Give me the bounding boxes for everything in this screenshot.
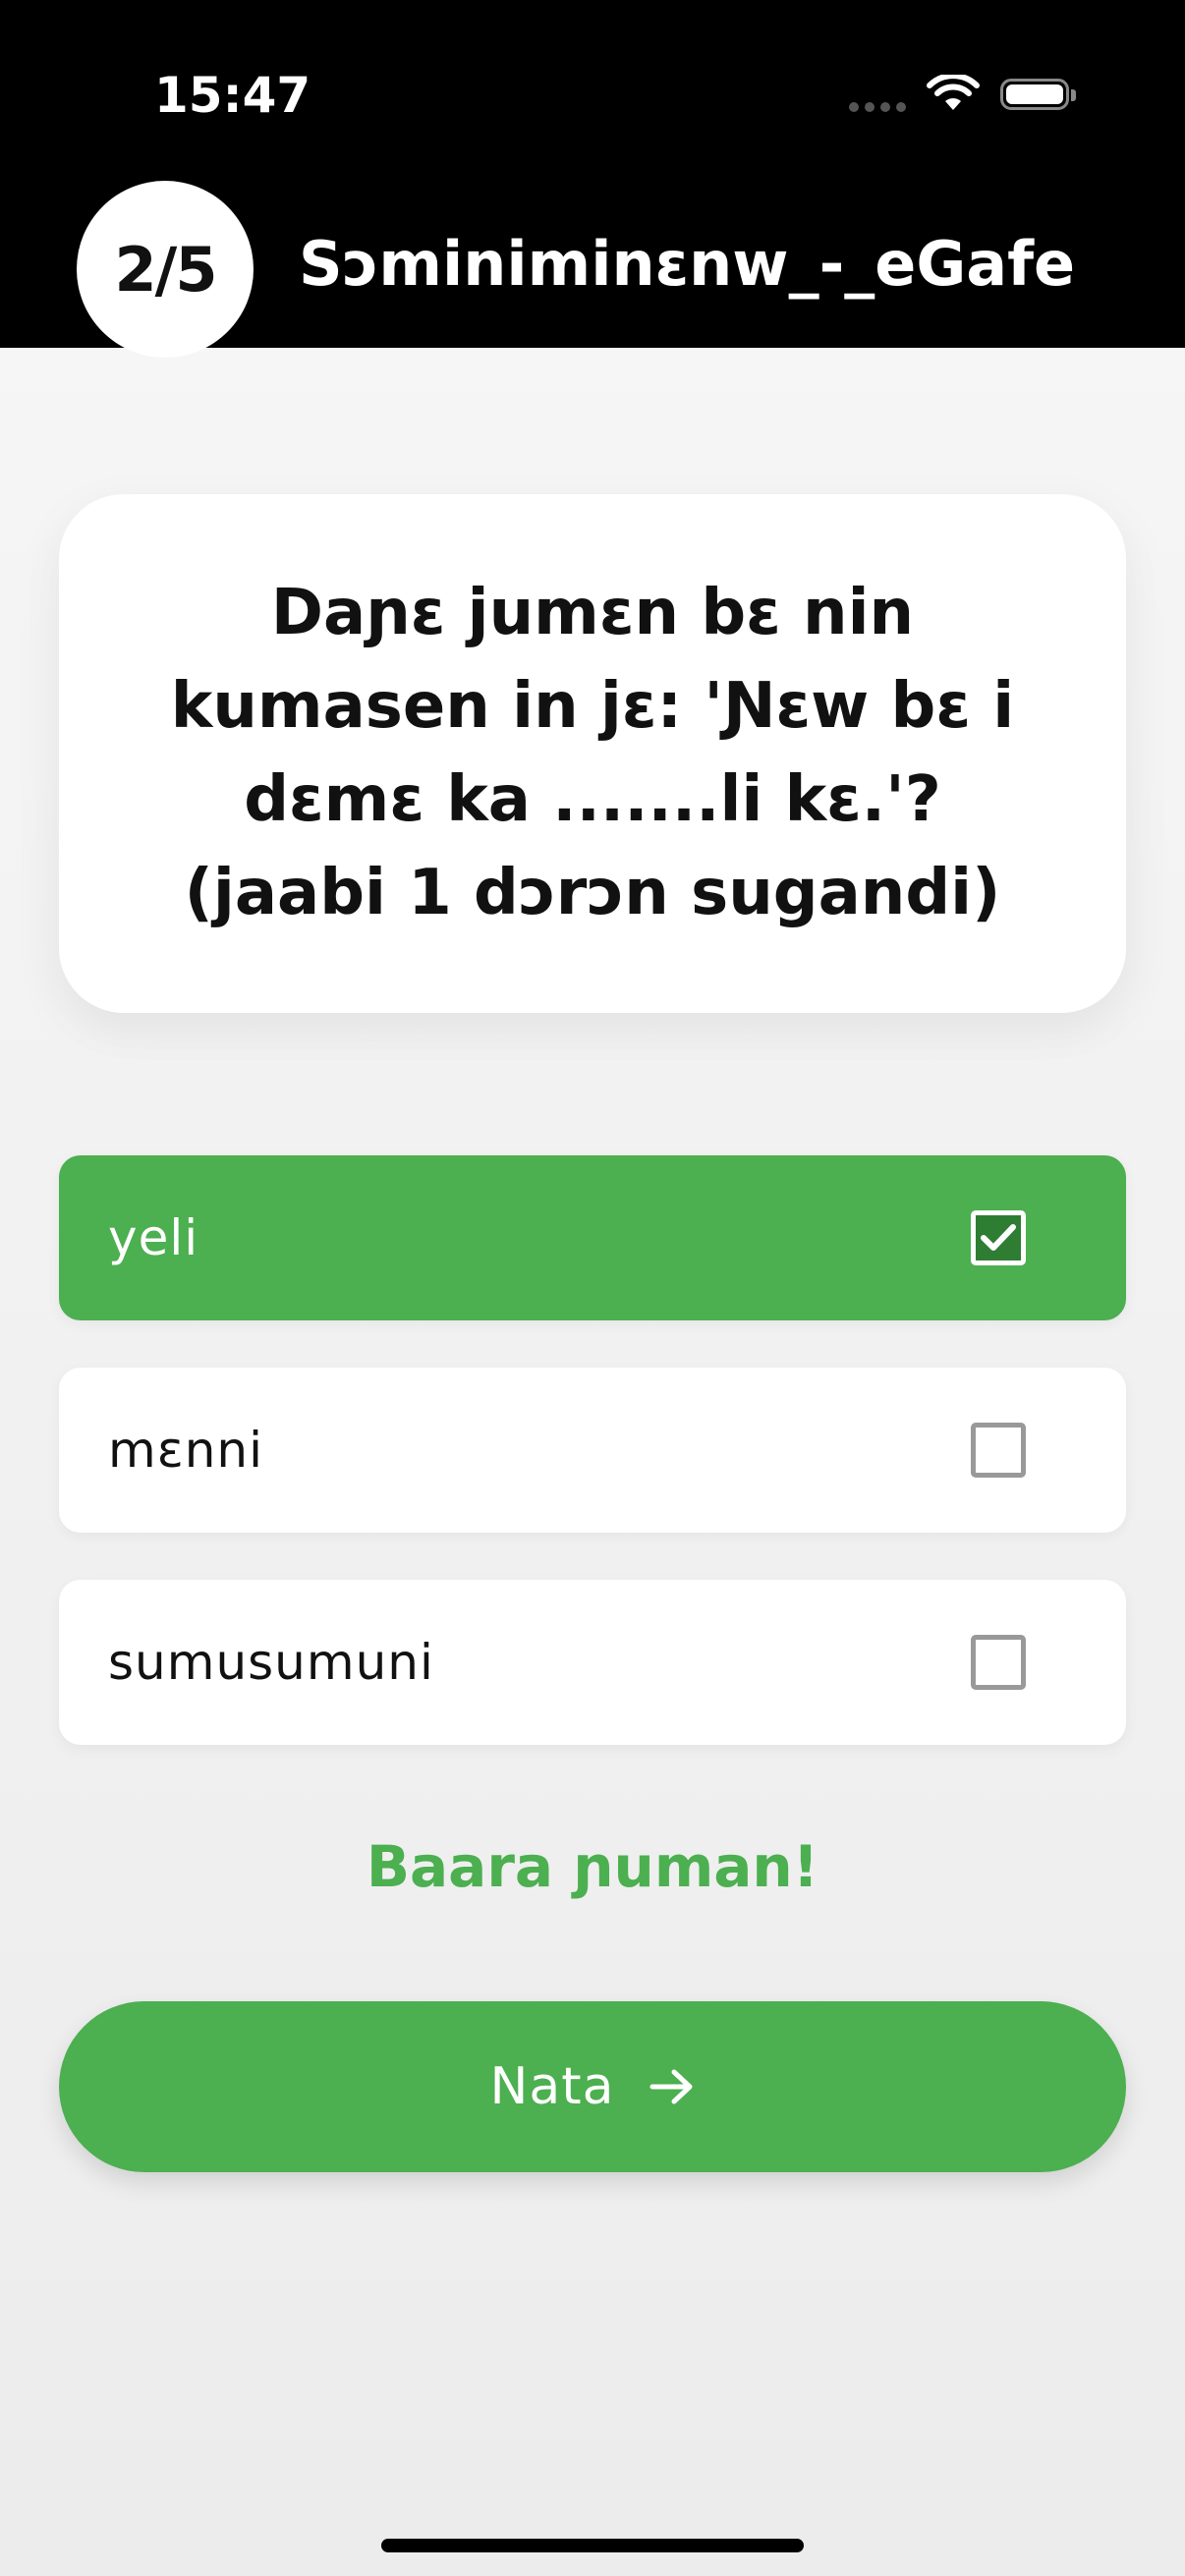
progress-badge: 2/5 — [77, 181, 254, 358]
battery-icon — [1000, 79, 1076, 110]
next-button-label: Nata — [489, 2057, 615, 2116]
arrow-right-icon — [649, 2069, 693, 2104]
question-text: Daɲɛ jumɛn bɛ nin kumasen in jɛ: 'Ɲɛw bɛ… — [170, 577, 1015, 929]
home-indicator[interactable] — [381, 2539, 804, 2552]
app-header: 15:47 2/5 Sɔminiminɛnw_-_eGafe — [0, 0, 1185, 358]
answer-option-label: sumusumuni — [108, 1634, 434, 1691]
answer-option-menni[interactable]: mɛnni — [59, 1368, 1126, 1533]
answer-option-yeli[interactable]: yeli — [59, 1155, 1126, 1320]
wifi-icon — [927, 75, 980, 110]
question-card: Daɲɛ jumɛn bɛ nin kumasen in jɛ: 'Ɲɛw bɛ… — [59, 494, 1126, 1013]
checkbox-unchecked[interactable] — [971, 1635, 1026, 1690]
cellular-signal-icon — [849, 102, 906, 112]
answer-option-label: yeli — [108, 1209, 199, 1266]
quiz-title: Sɔminiminɛnw_-_eGafe — [299, 228, 1076, 300]
feedback-message: Baara ɲuman! — [366, 1833, 819, 1900]
checkmark-icon — [981, 1224, 1016, 1251]
checkbox-unchecked[interactable] — [971, 1423, 1026, 1478]
checkbox-checked[interactable] — [971, 1210, 1026, 1265]
next-button[interactable]: Nata — [59, 2001, 1126, 2172]
answer-option-label: mɛnni — [108, 1422, 264, 1479]
answer-option-sumusumuni[interactable]: sumusumuni — [59, 1580, 1126, 1745]
status-time: 15:47 — [154, 67, 311, 124]
